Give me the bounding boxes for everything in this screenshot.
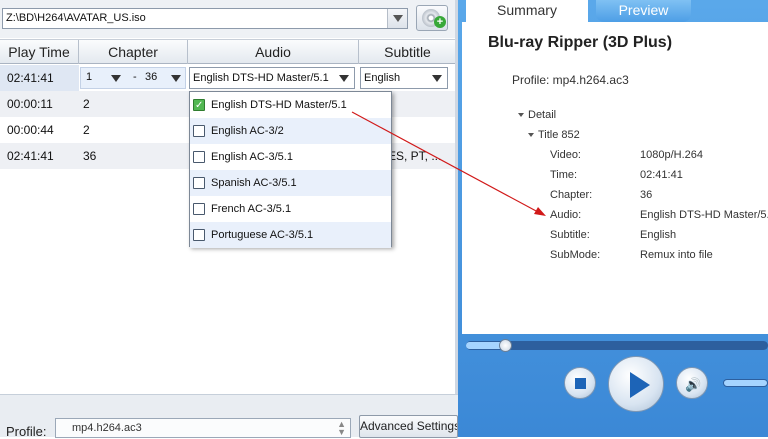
summary-panel: Blu-ray Ripper (3D Plus) Profile: mp4.h2… [462,22,768,334]
tab-preview[interactable]: Preview [596,0,691,22]
dropdown-arrow-icon[interactable] [432,75,442,82]
checkbox-icon[interactable] [193,229,205,241]
audio-option[interactable]: English DTS-HD Master/5.1 [190,92,391,119]
chapter-cell: 36 [83,149,97,163]
checkbox-icon[interactable] [193,203,205,215]
source-path-combo[interactable]: Z:\BD\H264\AVATAR_US.iso [2,8,408,29]
seek-handle[interactable] [499,339,513,352]
bottom-bar: Profile: mp4.h264.ac3 ▲ ▼ Advanced Settin… [0,394,458,439]
audio-option[interactable]: English AC-3/2 [190,118,391,144]
detail-value: 02:41:41 [640,169,683,181]
play-time-cell: 00:00:11 [7,97,53,111]
subtitle-combo[interactable]: English [360,67,448,89]
profile-combo-value: mp4.h264.ac3 [72,422,142,434]
detail-value: Remux into file [640,249,713,261]
grid-header: Play Time Chapter Audio Subtitle [0,39,456,64]
detail-value: English [640,229,677,241]
chapter-start-dropdown-icon[interactable] [111,75,121,82]
audio-option-label: English AC-3/2 [211,125,284,137]
checkbox-icon[interactable] [193,177,205,189]
detail-value: 1080p/H.264 [640,149,703,161]
checkbox-icon[interactable] [193,151,205,163]
audio-option-label: English AC-3/5.1 [211,151,293,163]
volume-icon: 🔊 [685,377,702,392]
dropdown-arrow-icon[interactable] [339,75,349,82]
audio-option[interactable]: French AC-3/5.1 [190,196,391,222]
volume-button[interactable]: 🔊 [676,367,708,399]
player-controls: 🔊 [458,356,768,437]
seek-bar[interactable] [466,339,768,352]
play-time-cell: 00:00:44 [7,123,54,137]
audio-option-label: French AC-3/5.1 [211,203,292,215]
tab-summary[interactable]: Summary [466,0,588,22]
checkbox-checked-icon[interactable] [193,93,205,119]
audio-dropdown-list: English DTS-HD Master/5.1 English AC-3/2… [189,91,392,248]
detail-key: Time: [550,169,578,181]
stop-button[interactable] [564,367,596,399]
audio-option[interactable]: English AC-3/5.1 [190,144,391,170]
volume-slider[interactable] [723,379,768,387]
detail-key: Chapter: [550,189,593,201]
advanced-settings-button[interactable]: Advanced Settings [359,415,458,438]
chapter-range-editor[interactable]: 1 - 36 [80,67,186,89]
spin-updown-icon[interactable]: ▲ ▼ [337,420,346,437]
tree-expand-icon[interactable] [528,133,534,138]
play-button[interactable] [608,356,664,412]
play-time-cell: 02:41:41 [0,65,79,91]
chapter-cell: 2 [83,97,90,111]
product-title: Blu-ray Ripper (3D Plus) [488,34,673,51]
tree-node-label: Detail [528,109,557,121]
load-disc-button[interactable]: + [416,5,448,31]
subtitle-combo-value: English [364,72,401,84]
chapter-end-dropdown-icon[interactable] [171,75,181,82]
play-time-cell: 02:41:41 [7,149,54,163]
play-icon [630,372,650,398]
stop-icon [575,378,586,389]
header-subtitle[interactable]: Subtitle [359,40,456,64]
source-path-dropdown-button[interactable] [387,9,407,28]
tree-node-detail[interactable]: Detail [518,109,556,121]
profile-combo[interactable]: mp4.h264.ac3 ▲ ▼ [55,418,351,438]
detail-key: Video: [550,149,581,161]
audio-option-label: English DTS-HD Master/5.1 [211,99,347,111]
checkbox-icon[interactable] [193,125,205,137]
chapter-range-separator: - [133,71,137,83]
audio-combo[interactable]: English DTS-HD Master/5.1 [189,67,355,89]
detail-value: English DTS-HD Master/5.1 [640,209,768,221]
add-icon: + [434,16,446,28]
detail-value: 36 [640,189,653,201]
source-path-text: Z:\BD\H264\AVATAR_US.iso [6,12,146,24]
detail-key: Audio: [550,209,582,221]
chapter-cell: 2 [83,123,90,137]
source-path-bar: Z:\BD\H264\AVATAR_US.iso + [0,0,458,38]
header-audio[interactable]: Audio [188,40,359,64]
audio-option-label: Spanish AC-3/5.1 [211,177,297,189]
detail-key: SubMode: [550,249,601,261]
detail-key: Subtitle: [550,229,590,241]
subtitle-cell: ES, PT, ... [388,149,442,163]
title-list-pane: Z:\BD\H264\AVATAR_US.iso + Play Time Cha… [0,0,458,394]
chapter-start-value[interactable]: 1 [86,71,92,83]
dropdown-arrow-icon [393,15,403,22]
audio-option[interactable]: Portuguese AC-3/5.1 [190,222,391,248]
audio-option[interactable]: Spanish AC-3/5.1 [190,170,391,196]
audio-combo-value: English DTS-HD Master/5.1 [193,72,329,84]
chapter-end-value[interactable]: 36 [145,71,157,83]
info-tabs: Summary Preview [458,0,768,22]
header-play-time[interactable]: Play Time [0,40,79,64]
tree-node-title[interactable]: Title 852 [528,129,580,141]
summary-profile: Profile: mp4.h264.ac3 [512,73,629,87]
tree-node-label: Title 852 [538,129,580,141]
info-pane: Summary Preview Blu-ray Ripper (3D Plus)… [458,0,768,437]
header-chapter[interactable]: Chapter [79,40,188,64]
tree-expand-icon[interactable] [518,113,524,118]
audio-option-label: Portuguese AC-3/5.1 [211,229,314,241]
